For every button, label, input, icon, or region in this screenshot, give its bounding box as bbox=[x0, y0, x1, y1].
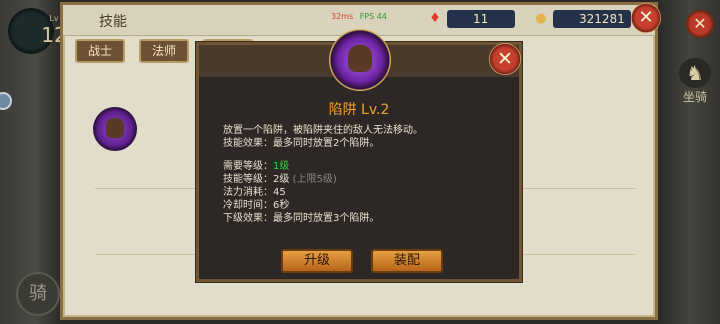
horse-icon: ♞ bbox=[679, 58, 711, 88]
gem-icon: ♦ bbox=[429, 11, 441, 26]
gold-counter[interactable]: ● 321281 bbox=[535, 10, 631, 28]
trap-skill-icon bbox=[329, 29, 391, 91]
player-level-badge[interactable]: Lv 12 bbox=[8, 8, 67, 54]
gold-count: 321281 bbox=[579, 12, 625, 26]
tab-mage[interactable]: 法师 bbox=[139, 39, 189, 63]
network-stats: 32ms FPS 44 bbox=[331, 12, 387, 21]
gold-coin-icon: ● bbox=[535, 11, 547, 26]
skill-effect: 技能效果：最多同时放置2个陷阱。 bbox=[223, 138, 380, 149]
trap-fist-icon bbox=[347, 44, 373, 73]
fps-readout: FPS 44 bbox=[359, 12, 387, 21]
ride-button[interactable]: 骑 bbox=[16, 272, 60, 316]
mount-button[interactable]: ♞ 坐骑 bbox=[676, 58, 714, 105]
gem-counter[interactable]: ♦ 11 bbox=[429, 10, 515, 28]
equip-button[interactable]: 装配 bbox=[371, 249, 443, 273]
upgrade-button[interactable]: 升级 bbox=[281, 249, 353, 273]
panel-title: 技能 bbox=[99, 14, 127, 30]
tab-warrior[interactable]: 战士 bbox=[75, 39, 125, 63]
gem-count: 11 bbox=[473, 12, 489, 26]
skill-name: 陷阱 Lv.2 bbox=[328, 102, 390, 118]
outer-close-button[interactable]: ✕ bbox=[686, 10, 714, 38]
ping-readout: 32ms bbox=[331, 12, 354, 21]
mount-label: 坐骑 bbox=[682, 90, 707, 104]
game-world-right bbox=[660, 0, 720, 324]
skill-level-cap: (上限5级) bbox=[292, 174, 337, 185]
trap-fist-icon bbox=[106, 118, 124, 138]
skill-detail-dialog: ✕ 陷阱 Lv.2 放置一个陷阱，被陷阱夹住的敌人无法移动。 技能效果：最多同时… bbox=[196, 29, 522, 282]
dialog-close-button[interactable]: ✕ bbox=[489, 43, 521, 75]
panel-close-button[interactable]: ✕ bbox=[631, 3, 661, 33]
next-level-effect: 下级效果：最多同时放置3个陷阱。 bbox=[223, 213, 380, 224]
trap-skill-slot[interactable] bbox=[93, 107, 137, 151]
